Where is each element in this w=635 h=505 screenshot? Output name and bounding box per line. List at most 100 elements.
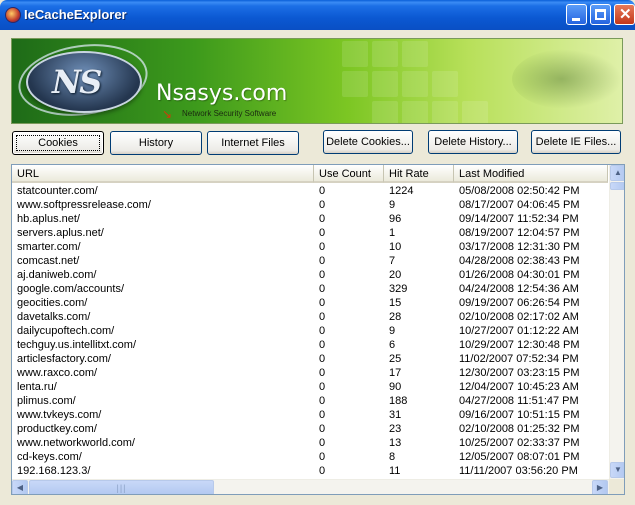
last-modified-cell: 09/14/2007 11:52:34 PM [459,213,579,225]
list-row[interactable]: www.tvkeys.com/0 31 09/16/2007 10:51:15 PM [12,408,608,422]
url-cell: plimus.com/ [17,395,76,407]
use-count-cell: 0 [319,213,326,225]
delete-history-button[interactable]: Delete History... [428,130,518,154]
scroll-right-button[interactable]: ▶ [592,480,608,494]
focus-rect [16,135,100,151]
scroll-down-button[interactable]: ▼ [610,462,624,478]
list-row[interactable]: hb.aplus.net/0 96 09/14/2007 11:52:34 PM [12,212,608,226]
hit-rate-cell: 23 [389,423,402,435]
delete-ie-files-button[interactable]: Delete IE Files... [531,130,621,154]
close-button[interactable]: ✕ [614,4,635,25]
last-modified-cell: 03/17/2008 12:31:30 PM [459,241,580,253]
use-count-cell: 0 [319,353,326,365]
hit-rate-cell: 20 [389,269,402,281]
last-modified-cell: 12/30/2007 03:23:15 PM [459,367,580,379]
list-row[interactable]: servers.aplus.net/0 1 08/19/2007 12:04:57 … [12,226,608,240]
use-count-cell: 0 [319,451,326,463]
list-row[interactable]: articlesfactory.com/0 25 11/02/2007 07:52:… [12,352,608,366]
hit-rate-cell: 28 [389,311,402,323]
cookies-button[interactable]: Cookies [12,131,104,155]
use-count-cell: 0 [319,269,326,281]
url-cell: comcast.net/ [17,255,80,267]
url-cell: www.networkworld.com/ [17,437,135,449]
column-header-url[interactable]: URL [12,165,314,183]
use-count-cell: 0 [319,409,326,421]
use-count-cell: 0 [319,311,326,323]
list-row[interactable]: plimus.com/0 188 04/27/2008 11:51:47 PM [12,394,608,408]
window-title: IeCacheExplorer [24,7,127,22]
list-row[interactable]: davetalks.com/0 28 02/10/2008 02:17:02 AM [12,310,608,324]
last-modified-cell: 05/08/2008 02:50:42 PM [459,185,580,197]
app-icon[interactable] [5,7,21,23]
url-cell: www.tvkeys.com/ [17,409,102,421]
close-icon: ✕ [619,6,632,23]
url-cell: lenta.ru/ [17,381,57,393]
list-row[interactable]: google.com/accounts/0 329 04/24/2008 12:54… [12,282,608,296]
url-cell: geocities.com/ [17,297,88,309]
hit-rate-cell: 31 [389,409,402,421]
last-modified-cell: 04/27/2008 11:51:47 PM [459,395,579,407]
url-cell: www.softpressrelease.com/ [17,199,151,211]
list-row[interactable]: dailycupoftech.com/0 9 10/27/2007 01:12:22… [12,324,608,338]
scroll-left-button[interactable]: ◀ [12,480,28,494]
hit-rate-cell: 25 [389,353,402,365]
url-cell: articlesfactory.com/ [17,353,111,365]
last-modified-cell: 02/10/2008 01:25:32 PM [459,423,580,435]
maximize-icon [595,9,606,20]
url-cell: davetalks.com/ [17,311,91,323]
use-count-cell: 0 [319,381,326,393]
list-row[interactable]: techguy.us.intellitxt.com/0 6 10/29/2007 1… [12,338,608,352]
column-header-use-count[interactable]: Use Count [314,165,384,183]
last-modified-cell: 11/02/2007 07:52:34 PM [459,353,579,365]
list-row[interactable]: www.raxco.com/0 17 12/30/2007 03:23:15 PM [12,366,608,380]
use-count-cell: 0 [319,199,326,211]
vertical-scrollbar[interactable]: ▲ ▼ [609,165,624,479]
delete-cookies-button[interactable]: Delete Cookies... [323,130,413,154]
list-row[interactable]: geocities.com/0 15 09/19/2007 06:26:54 PM [12,296,608,310]
hit-rate-cell: 1 [389,227,396,239]
use-count-cell: 0 [319,395,326,407]
use-count-cell: 0 [319,255,326,267]
use-count-cell: 0 [319,185,326,197]
use-count-cell: 0 [319,367,326,379]
use-count-cell: 0 [319,437,326,449]
list-row[interactable]: smarter.com/0 10 03/17/2008 12:31:30 PM [12,240,608,254]
list-row[interactable]: 192.168.123.3/0 11 11/11/2007 03:56:20 PM [12,464,608,478]
url-cell: www.raxco.com/ [17,367,98,379]
logo-letters: NS [52,63,102,101]
vertical-scroll-thumb[interactable] [610,182,624,190]
hit-rate-cell: 188 [389,395,408,407]
arrow-down-icon: ▼ [614,465,622,474]
url-cell: smarter.com/ [17,241,81,253]
url-cell: statcounter.com/ [17,185,98,197]
list-row[interactable]: www.softpressrelease.com/0 9 08/17/2007 04… [12,198,608,212]
hit-rate-cell: 7 [389,255,396,267]
arrow-right-icon: ▶ [596,483,604,492]
horizontal-scroll-thumb[interactable]: ||| [29,480,214,494]
history-button[interactable]: History [110,131,202,155]
horizontal-scrollbar[interactable]: ◀ ||| ▶ [12,479,609,494]
list-row[interactable]: lenta.ru/0 90 12/04/2007 10:45:23 AM [12,380,608,394]
internet-files-button-label: Internet Files [221,137,285,149]
url-cell: dailycupoftech.com/ [17,325,115,337]
list-body: statcounter.com/0 1224 05/08/2008 02:50:42… [12,184,608,480]
list-row[interactable]: productkey.com/0 23 02/10/2008 01:25:32 PM [12,422,608,436]
title-bar[interactable]: IeCacheExplorer ✕ [0,0,635,30]
column-header-last-modified[interactable]: Last Modified [454,165,608,183]
list-row[interactable]: cd-keys.com/0 8 12/05/2007 08:07:01 PM [12,450,608,464]
last-modified-cell: 09/16/2007 10:51:15 PM [459,409,580,421]
hit-rate-cell: 96 [389,213,402,225]
list-row[interactable]: comcast.net/0 7 04/28/2008 02:38:43 PM [12,254,608,268]
hit-rate-cell: 8 [389,451,396,463]
minimize-button[interactable] [566,4,587,25]
internet-files-button[interactable]: Internet Files [207,131,299,155]
hit-rate-cell: 1224 [389,185,414,197]
maximize-button[interactable] [590,4,611,25]
list-row[interactable]: statcounter.com/0 1224 05/08/2008 02:50:42… [12,184,608,198]
list-row[interactable]: aj.daniweb.com/0 20 01/26/2008 04:30:01 PM [12,268,608,282]
scroll-up-button[interactable]: ▲ [610,165,624,181]
list-row[interactable]: www.networkworld.com/0 13 10/25/2007 02:33… [12,436,608,450]
scrollbar-corner [609,479,624,494]
cache-list[interactable]: URL Use Count Hit Rate Last Modified sta… [11,164,625,495]
column-header-hit-rate[interactable]: Hit Rate [384,165,454,183]
